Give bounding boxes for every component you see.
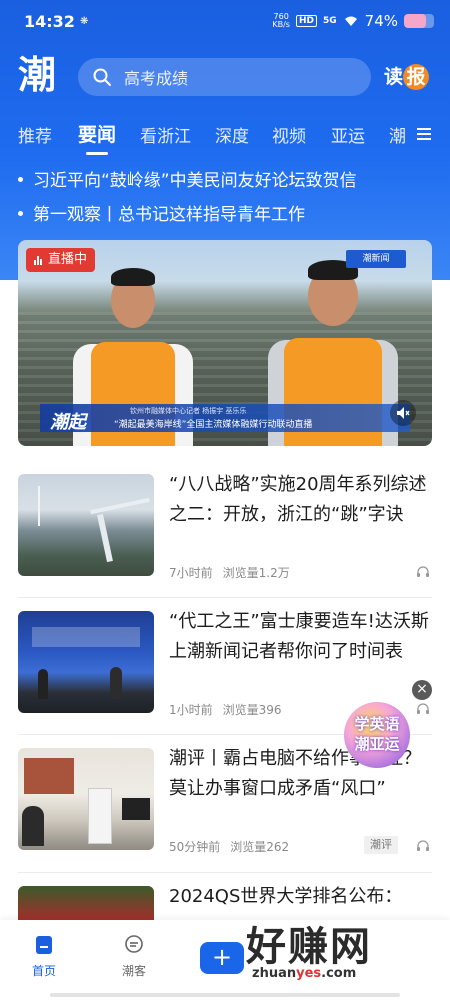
caption-brand: 潮起	[50, 412, 86, 433]
news-title: “代工之王”富士康要造车!达沃斯上潮新闻记者帮你问了时间表	[169, 611, 429, 662]
live-badge-text: 直播中	[48, 252, 88, 267]
news-time: 50分钟前	[169, 840, 221, 854]
floating-ad[interactable]: 学英语 潮亚运	[344, 702, 410, 768]
watermark-title: 好赚网	[246, 924, 372, 970]
ad-line2: 潮亚运	[354, 735, 400, 753]
app-logo[interactable]: 潮	[18, 52, 64, 98]
read-circle: 报	[403, 64, 430, 90]
video-caption-bar: 钦州市融媒体中心记者 杨振宇 巫乐乐 “潮起最美海岸线”全国主流媒体融媒行动联动…	[40, 404, 410, 432]
headline-text: 第一观察丨总书记这样指导青年工作	[33, 205, 305, 225]
home-icon	[36, 936, 52, 954]
news-thumbnail	[18, 886, 154, 920]
close-ad-button[interactable]: ×	[412, 680, 432, 700]
nav-home-label: 首页	[31, 964, 56, 978]
news-views: 浏览量1.2万	[222, 566, 290, 580]
news-tag: 潮评	[364, 836, 398, 854]
watermark-url: zhuanyes.com	[252, 966, 356, 981]
news-time: 1小时前	[169, 703, 213, 717]
battery-fill	[404, 14, 427, 28]
news-thumbnail	[18, 611, 154, 713]
headline-text: 习近平向“鼓岭缘”中美民间友好论坛致贺信	[33, 171, 357, 191]
search-icon	[93, 68, 111, 86]
tab-news[interactable]: 要闻	[78, 120, 116, 147]
net-speed: 760 KB/s	[272, 13, 290, 29]
status-time: 14:32	[24, 12, 75, 31]
publish-button[interactable]: +	[200, 942, 244, 974]
status-bar: 14:32 ❋ 760 KB/s HD 5G 74%	[0, 0, 450, 44]
signal-icon: 5G	[323, 16, 337, 26]
news-title: 2024QS世界大学排名公布：	[169, 886, 403, 907]
tab-recommend[interactable]: 推荐	[18, 122, 52, 147]
active-tab-indicator	[86, 152, 108, 155]
channel-tabs: 推荐 要闻 看浙江 深度 视频 亚运 潮	[0, 116, 450, 158]
chat-icon	[125, 935, 143, 953]
top-headlines: 习近平向“鼓岭缘”中美民间友好论坛致贺信 第一观察丨总书记这样指导青年工作	[18, 168, 438, 236]
search-input[interactable]: 高考成绩	[78, 58, 371, 96]
headline-item[interactable]: 习近平向“鼓岭缘”中美民间友好论坛致贺信	[18, 168, 438, 202]
watermark-url-a: zhuan	[252, 966, 297, 981]
hd-icon: HD	[295, 15, 317, 27]
status-indicators: 760 KB/s HD 5G 74%	[272, 12, 434, 30]
news-meta: 50分钟前 浏览量262	[169, 838, 299, 855]
watermark-url-c: .com	[321, 966, 357, 981]
channel-logo: 潮新闻	[346, 250, 406, 268]
tab-depth[interactable]: 深度	[215, 122, 249, 147]
news-time: 7小时前	[169, 566, 213, 580]
headline-item[interactable]: 第一观察丨总书记这样指导青年工作	[18, 202, 438, 236]
home-indicator[interactable]	[50, 993, 400, 997]
battery-text: 74%	[364, 12, 398, 30]
nav-home[interactable]: 首页	[14, 934, 74, 979]
live-badge: 直播中	[26, 248, 96, 272]
read-paper-button[interactable]: 读报	[384, 62, 432, 92]
mute-icon[interactable]	[390, 400, 416, 426]
bullet-icon	[18, 210, 23, 216]
bullet-icon	[18, 176, 23, 182]
headphone-icon[interactable]	[416, 702, 430, 715]
news-meta: 1小时前 浏览量396	[169, 701, 292, 718]
news-item[interactable]: “八八战略”实施20周年系列综述之二：开放，浙江的“跳”字诀 7小时前 浏览量1.…	[18, 474, 432, 594]
headphone-icon[interactable]	[416, 839, 430, 852]
wifi-icon	[344, 16, 357, 26]
news-views: 浏览量396	[222, 703, 282, 717]
battery-icon	[404, 14, 434, 28]
net-speed-unit: KB/s	[272, 20, 290, 29]
news-meta: 7小时前 浏览量1.2万	[169, 564, 300, 581]
search-placeholder: 高考成绩	[124, 69, 189, 88]
news-thumbnail	[18, 474, 154, 576]
nav-chao-ke-label: 潮客	[121, 964, 146, 978]
live-bars-icon	[34, 255, 42, 265]
news-views: 浏览量262	[230, 840, 290, 854]
tab-video[interactable]: 视频	[272, 122, 306, 147]
notification-icon: ❋	[80, 16, 89, 27]
caption-title: “潮起最美海岸线”全国主流媒体融媒行动联动直播	[114, 420, 313, 430]
tab-chao[interactable]: 潮	[389, 122, 406, 147]
menu-icon[interactable]	[416, 126, 432, 142]
tab-asian-games[interactable]: 亚运	[331, 122, 365, 147]
nav-chao-ke[interactable]: 潮客	[104, 934, 164, 979]
news-thumbnail	[18, 748, 154, 850]
ad-line1: 学英语	[354, 715, 400, 733]
news-title: “八八战略”实施20周年系列综述之二：开放，浙江的“跳”字诀	[169, 474, 427, 525]
headphone-icon[interactable]	[416, 565, 430, 578]
list-divider	[18, 872, 432, 873]
caption-reporter: 钦州市融媒体中心记者 杨振宇 巫乐乐	[130, 407, 247, 415]
list-divider	[18, 597, 432, 598]
read-label: 读	[384, 66, 404, 88]
watermark-url-b: yes	[296, 966, 322, 981]
tab-zhejiang[interactable]: 看浙江	[140, 122, 191, 147]
watermark: 好赚网 zhuanyes.com	[246, 914, 436, 990]
